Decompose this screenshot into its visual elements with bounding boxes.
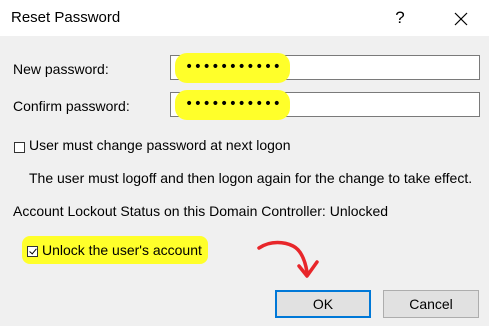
new-password-label: New password:	[13, 61, 109, 77]
confirm-password-label: Confirm password:	[13, 98, 130, 114]
cancel-button[interactable]: Cancel	[383, 290, 479, 318]
help-button[interactable]: ?	[389, 7, 411, 29]
unlock-account-label[interactable]: Unlock the user's account	[42, 242, 202, 258]
must-change-checkbox[interactable]	[14, 142, 25, 153]
dialog-title: Reset Password	[11, 9, 121, 26]
new-password-value: •••••••••••	[185, 59, 282, 75]
confirm-password-field[interactable]: •••••••••••	[170, 90, 480, 120]
new-password-field[interactable]: •••••••••••	[170, 53, 480, 83]
ok-button[interactable]: OK	[275, 290, 371, 318]
must-change-label[interactable]: User must change password at next logon	[29, 137, 290, 153]
unlock-account-checkbox[interactable]	[27, 246, 38, 257]
logoff-note: The user must logoff and then logon agai…	[29, 170, 473, 186]
close-icon[interactable]	[449, 7, 473, 31]
annotation-arrow-icon	[257, 240, 319, 278]
lockout-status: Account Lockout Status on this Domain Co…	[13, 203, 389, 219]
title-bar: Reset Password ?	[0, 0, 489, 36]
confirm-password-value: •••••••••••	[185, 96, 282, 112]
reset-password-dialog: Reset Password ? New password: •••••••••…	[0, 0, 489, 326]
